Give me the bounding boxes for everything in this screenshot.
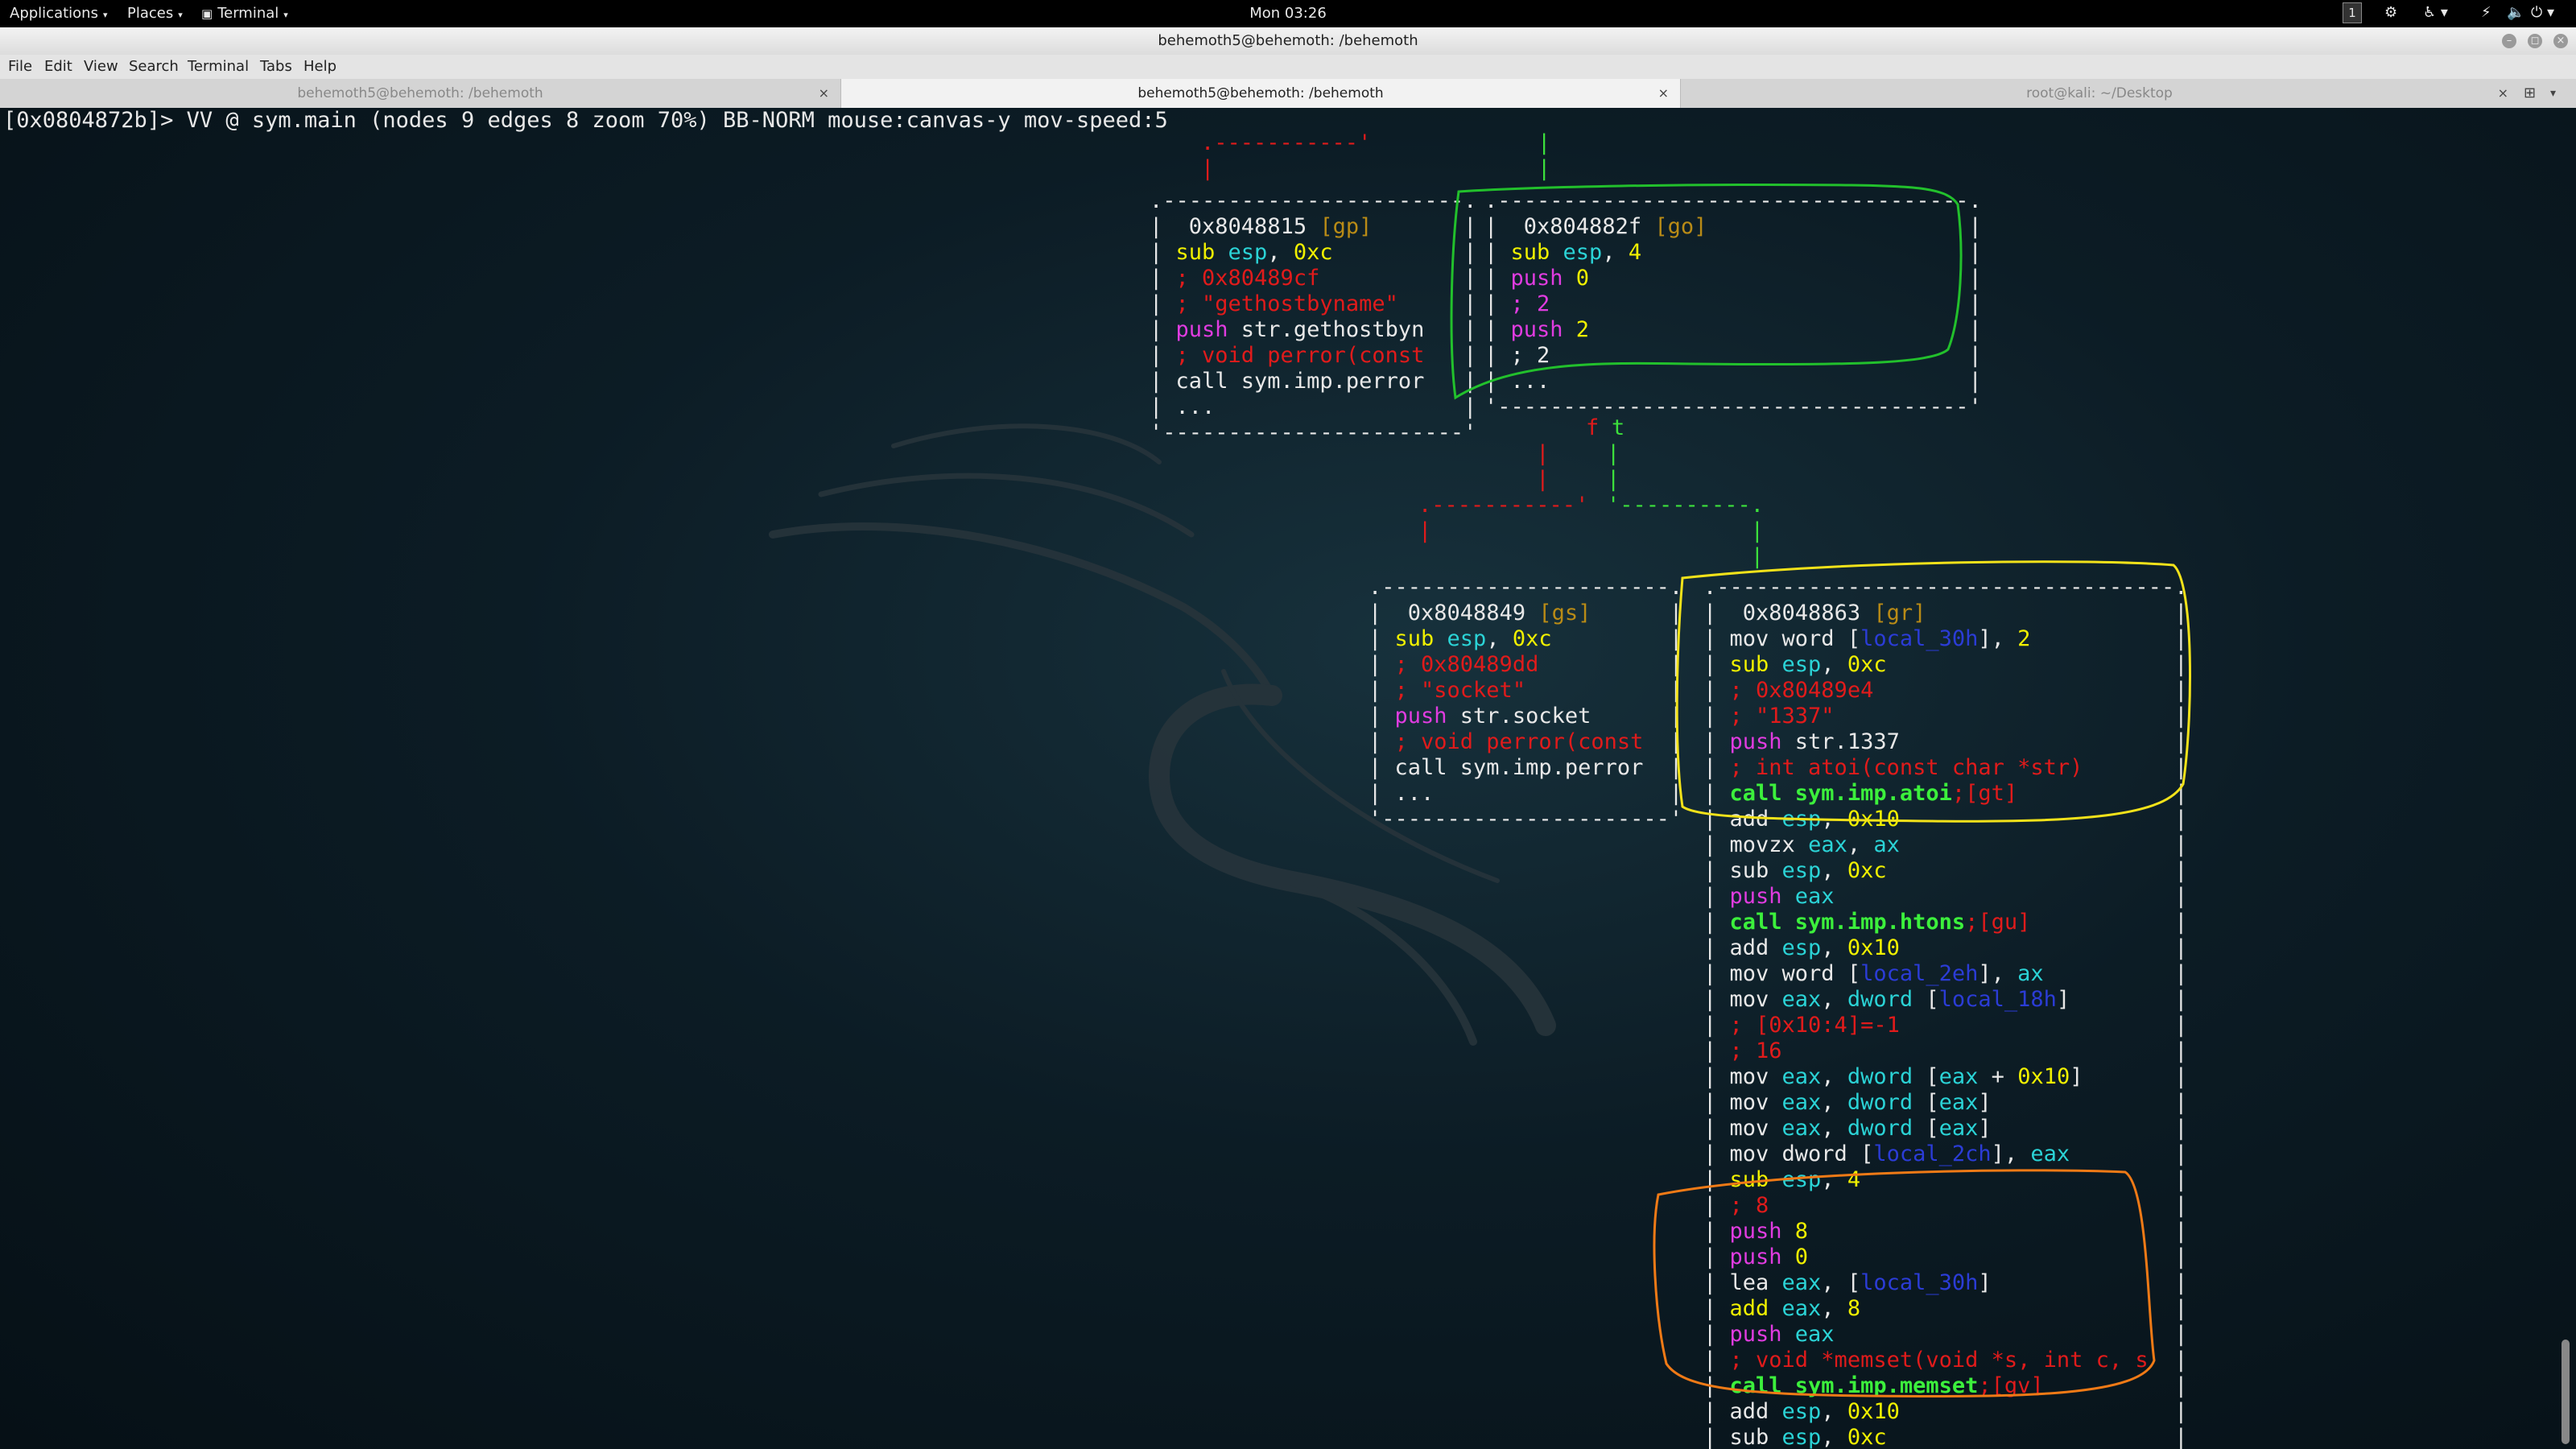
scrollbar-thumb[interactable] <box>2562 1340 2570 1444</box>
workspace-indicator[interactable]: 1 <box>2343 2 2362 23</box>
menu-bar: File Edit View Search Terminal Tabs Help <box>0 55 2576 79</box>
maximize-icon[interactable]: ◻ <box>2528 34 2542 48</box>
minimize-icon[interactable]: – <box>2502 34 2516 48</box>
window-title: behemoth5@behemoth: /behemoth <box>1158 32 1418 49</box>
tab-2[interactable]: behemoth5@behemoth: /behemoth × <box>840 79 1681 108</box>
chevron-down-icon: ▾ <box>102 10 108 20</box>
menu-edit[interactable]: Edit <box>44 58 72 75</box>
chevron-down-icon: ▾ <box>283 10 288 20</box>
top-panel: Applications ▾ Places ▾ ▣ Terminal ▾ Mon 03:… <box>0 0 2576 27</box>
tab-1[interactable]: behemoth5@behemoth: /behemoth × <box>0 79 840 108</box>
accessibility-icon[interactable]: ♿ ▾ <box>2423 4 2448 21</box>
menu-search[interactable]: Search <box>129 58 179 75</box>
terminal-view[interactable]: [0x0804872b]> VV @ sym.main (nodes 9 edg… <box>0 108 2576 1449</box>
yellow-annotation-circle <box>1675 560 2191 823</box>
volume-icon[interactable]: 🔈 <box>2507 4 2524 21</box>
annotation-layer <box>1450 183 2191 1398</box>
menu-tabs[interactable]: Tabs <box>260 58 292 75</box>
tab-label: root@kali: ~/Desktop <box>2026 85 2173 101</box>
menu-terminal[interactable]: Terminal <box>188 58 249 75</box>
menu-view[interactable]: View <box>84 58 118 75</box>
new-tab-icon[interactable]: ⊞ <box>2524 79 2536 108</box>
places-menu[interactable]: Places ▾ <box>127 5 183 22</box>
orange-annotation-circle <box>1653 1169 2156 1398</box>
clock[interactable]: Mon 03:26 <box>0 5 2576 22</box>
power-icon[interactable]: ⏻ ▾ <box>2531 4 2554 21</box>
tab-bar: behemoth5@behemoth: /behemoth × behemoth… <box>0 79 2576 108</box>
applications-menu[interactable]: Applications ▾ <box>10 5 107 22</box>
close-tab-icon[interactable]: × <box>819 79 829 108</box>
close-tab-icon[interactable]: × <box>2498 79 2508 108</box>
chevron-down-icon: ▾ <box>178 10 183 20</box>
places-label: Places <box>127 5 174 22</box>
network-icon[interactable]: ⚙ <box>2384 4 2397 21</box>
close-tab-icon[interactable]: × <box>1658 79 1669 108</box>
tab-label: behemoth5@behemoth: /behemoth <box>297 85 543 101</box>
tab-3[interactable]: root@kali: ~/Desktop × <box>1679 79 2520 108</box>
tab-label: behemoth5@behemoth: /behemoth <box>1137 85 1384 101</box>
close-icon[interactable]: × <box>2553 34 2568 48</box>
window-titlebar: behemoth5@behemoth: /behemoth – ◻ × <box>0 27 2576 55</box>
menu-file[interactable]: File <box>8 58 32 75</box>
applications-label: Applications <box>10 5 98 22</box>
terminal-app-menu[interactable]: ▣ Terminal ▾ <box>201 5 288 22</box>
wired-icon: ⚡ <box>2481 4 2491 21</box>
terminal-icon: ▣ <box>201 6 213 21</box>
terminal-app-label: Terminal <box>217 5 279 22</box>
scrollbar[interactable] <box>2560 108 2571 1449</box>
green-annotation-circle <box>1450 183 1963 400</box>
menu-help[interactable]: Help <box>303 58 336 75</box>
tab-menu-icon[interactable]: ▾ <box>2550 79 2556 108</box>
